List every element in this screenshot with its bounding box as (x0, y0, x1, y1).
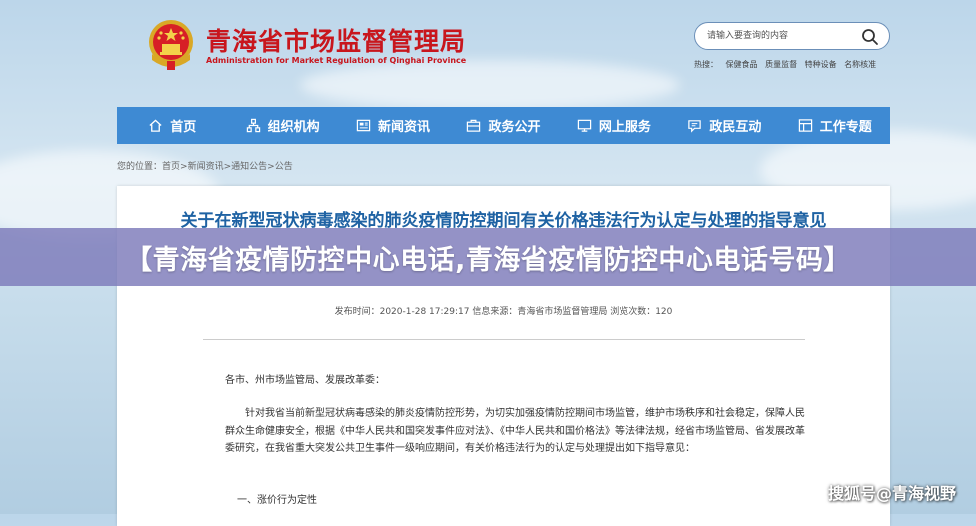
nav-item-label: 新闻资讯 (378, 120, 431, 135)
site-title: 青海省市场监督管理局 (206, 27, 467, 56)
article-section-heading: 一、涨价行为定性 (237, 495, 317, 506)
nav-item-label: 政务公开 (488, 120, 541, 135)
chat-icon (688, 120, 702, 133)
article-salutation: 各市、州市场监管局、发展改革委： (225, 375, 385, 386)
breadcrumb: 您的位置：首页>新闻资讯>通知公告>公告 (117, 162, 293, 172)
breadcrumb-link[interactable]: 公告 (275, 162, 293, 172)
monitor-icon (577, 119, 592, 132)
hot-search-link[interactable]: 特种设备 (805, 60, 837, 69)
nav-item-label: 政民互动 (709, 120, 762, 135)
nav-item-label: 工作专题 (819, 120, 872, 135)
nav-item-organization[interactable]: 组织机构 (227, 107, 337, 144)
breadcrumb-link[interactable]: 首页 (162, 162, 180, 172)
search-icon[interactable] (861, 28, 879, 46)
main-nav: 首页 组织机构 新闻资讯 政务公开 网上服务 政民互动 工作专题 (117, 107, 890, 144)
hot-search-label: 热搜： (694, 60, 718, 69)
site-subtitle-english: Administration for Market Regulation of … (206, 56, 467, 65)
org-chart-icon (246, 118, 260, 133)
hot-search-link[interactable]: 质量监督 (765, 60, 797, 69)
breadcrumb-prefix: 您的位置： (117, 162, 163, 172)
nav-item-label: 组织机构 (267, 120, 320, 135)
home-icon (149, 119, 162, 132)
overlay-banner: 【青海省疫情防控中心电话,青海省疫情防控中心电话号码】 (0, 228, 976, 286)
briefcase-icon (467, 119, 481, 132)
watermark: 搜狐号@青海视野 (827, 484, 956, 503)
article-paragraph: 针对我省当前新型冠状病毒感染的肺炎疫情防控形势，为切实加强疫情防控期间市场监管，… (225, 408, 805, 454)
search-input[interactable] (707, 28, 857, 44)
hot-search-link[interactable]: 保健食品 (726, 60, 758, 69)
nav-item-home[interactable]: 首页 (117, 107, 227, 144)
hot-search-link[interactable]: 名称核准 (844, 60, 876, 69)
nav-item-government-affairs[interactable]: 政务公开 (448, 107, 558, 144)
breadcrumb-link[interactable]: 新闻资讯 (188, 162, 224, 172)
hot-search-links: 热搜： 保健食品 质量监督 特种设备 名称核准 (694, 59, 881, 70)
banner-title: 【青海省疫情防控中心电话,青海省疫情防控中心电话号码】 (125, 244, 851, 276)
nav-item-topics[interactable]: 工作专题 (780, 107, 890, 144)
background-cloud (300, 60, 680, 110)
article-meta: 发布时间：2020-1-28 17:29:17 信息来源：青海省市场监督管理局 … (334, 307, 673, 317)
nav-item-interaction[interactable]: 政民互动 (669, 107, 779, 144)
nav-item-online-services[interactable]: 网上服务 (559, 107, 669, 144)
search-box (694, 22, 890, 50)
topic-icon (798, 119, 812, 132)
nav-item-label: 首页 (170, 120, 197, 135)
nav-item-news[interactable]: 新闻资讯 (338, 107, 448, 144)
national-emblem-logo (149, 20, 193, 70)
divider (203, 339, 805, 340)
news-icon (356, 119, 371, 132)
breadcrumb-link[interactable]: 通知公告 (231, 162, 267, 172)
nav-item-label: 网上服务 (598, 120, 651, 135)
